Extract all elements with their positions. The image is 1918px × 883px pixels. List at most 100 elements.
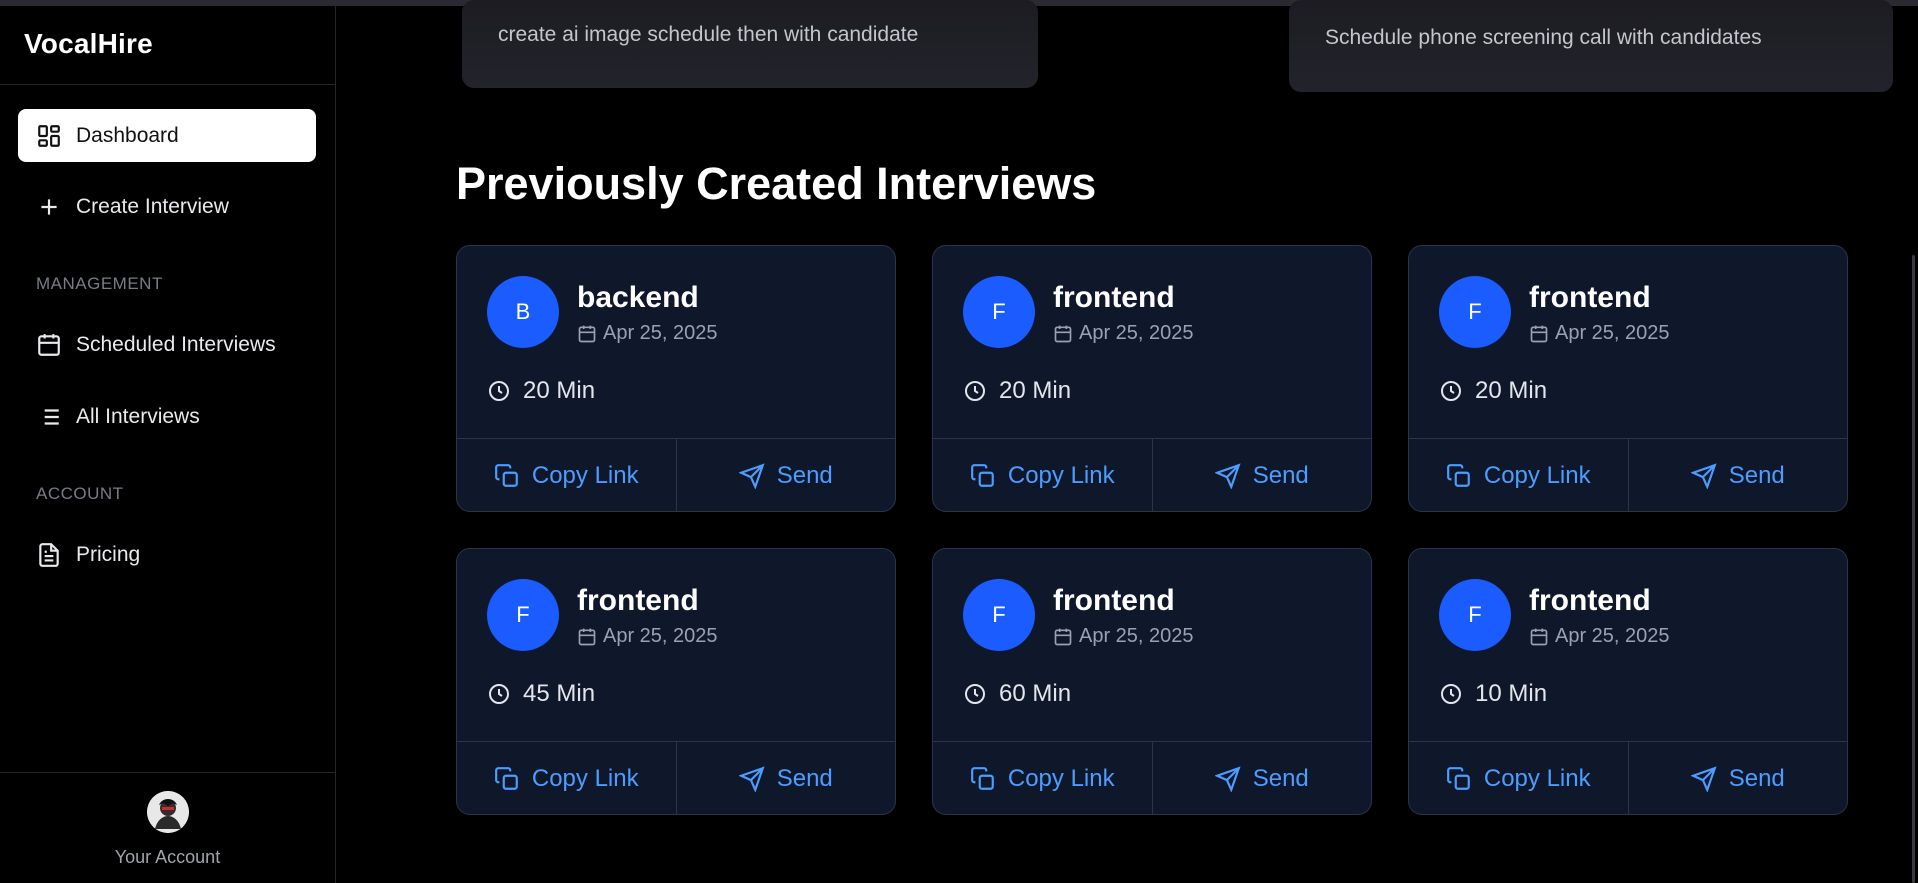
interview-date: Apr 25, 2025 <box>1529 322 1670 345</box>
sidebar-item-label: Pricing <box>76 542 141 566</box>
interview-card[interactable]: Ffrontend Apr 25, 2025 45 Min Copy Link Send <box>456 548 896 815</box>
brand-logo[interactable]: VocalHire <box>24 28 153 60</box>
interview-duration: 20 Min <box>487 377 595 405</box>
sidebar-item-label: Scheduled Interviews <box>76 332 276 356</box>
interview-date: Apr 25, 2025 <box>1053 625 1194 648</box>
copy-link-label: Copy Link <box>531 764 639 792</box>
interview-date-text: Apr 25, 2025 <box>1555 625 1670 647</box>
calendar-icon <box>38 333 60 356</box>
copy-link-label: Copy Link <box>1483 461 1591 489</box>
dashboard-icon <box>38 124 60 147</box>
send-icon <box>738 462 765 489</box>
send-icon <box>738 765 765 792</box>
sidebar-item-dashboard[interactable]: Dashboard <box>18 109 316 162</box>
copy-icon <box>1446 766 1470 790</box>
interview-card[interactable]: Bbackend Apr 25, 2025 20 Min Copy Link Send <box>456 245 896 512</box>
sidebar-item-pricing[interactable]: Pricing <box>18 528 316 581</box>
clock-icon <box>489 684 509 704</box>
action-card-text: Schedule phone screening call with candi… <box>1325 26 1762 49</box>
interview-role: backend <box>577 281 699 314</box>
clock-icon <box>1441 381 1461 401</box>
sidebar: VocalHire Dashboard Create Interview MAN… <box>0 6 336 883</box>
sidebar-item-all-interviews[interactable]: All Interviews <box>18 390 316 443</box>
list-icon <box>39 408 59 425</box>
calendar-icon <box>578 628 596 645</box>
interview-card[interactable]: Ffrontend Apr 25, 2025 60 Min Copy Link Send <box>932 548 1372 815</box>
sidebar-item-create-interview[interactable]: Create Interview <box>18 180 316 233</box>
send-button[interactable]: Send <box>1627 742 1848 814</box>
copy-icon <box>494 766 518 790</box>
interview-card[interactable]: Ffrontend Apr 25, 2025 20 Min Copy Link Send <box>932 245 1372 512</box>
interview-duration: 20 Min <box>963 377 1071 405</box>
interview-date: Apr 25, 2025 <box>577 322 718 345</box>
interview-duration: 60 Min <box>963 680 1071 708</box>
send-label: Send <box>1252 461 1309 489</box>
calendar-icon <box>1054 325 1072 342</box>
interview-date: Apr 25, 2025 <box>577 625 718 648</box>
send-label: Send <box>1728 461 1785 489</box>
your-account-link[interactable]: Your Account <box>0 847 335 868</box>
copy-link-button[interactable]: Copy Link <box>933 742 1152 814</box>
interview-role: frontend <box>577 584 699 617</box>
copy-link-label: Copy Link <box>1483 764 1591 792</box>
copy-link-button[interactable]: Copy Link <box>457 742 676 814</box>
calendar-icon <box>578 325 596 342</box>
send-button[interactable]: Send <box>1151 742 1372 814</box>
document-icon <box>39 542 59 567</box>
clock-icon <box>489 381 509 401</box>
send-icon <box>1214 765 1241 792</box>
send-button[interactable]: Send <box>1151 439 1372 511</box>
interview-role: frontend <box>1053 281 1175 314</box>
action-card-ai-image[interactable]: create ai image schedule then with candi… <box>462 0 1038 88</box>
interview-role: frontend <box>1529 584 1651 617</box>
send-button[interactable]: Send <box>1627 439 1848 511</box>
copy-link-button[interactable]: Copy Link <box>457 439 676 511</box>
interview-card[interactable]: Ffrontend Apr 25, 2025 20 Min Copy Link Send <box>1408 245 1848 512</box>
copy-link-button[interactable]: Copy Link <box>1409 439 1628 511</box>
interview-duration: 10 Min <box>1439 680 1547 708</box>
interview-avatar: F <box>487 579 559 651</box>
interview-card[interactable]: Ffrontend Apr 25, 2025 10 Min Copy Link Send <box>1408 548 1848 815</box>
sidebar-item-label: Create Interview <box>76 194 229 218</box>
interview-duration-text: 60 Min <box>999 680 1072 707</box>
interview-card-actions: Copy Link Send <box>1409 741 1848 814</box>
action-card-text: create ai image schedule then with candi… <box>498 23 919 46</box>
send-icon <box>1690 462 1717 489</box>
send-button[interactable]: Send <box>675 742 896 814</box>
avatar[interactable] <box>147 791 189 833</box>
plus-icon <box>41 198 57 215</box>
copy-link-label: Copy Link <box>531 461 639 489</box>
copy-icon <box>494 463 518 487</box>
copy-link-button[interactable]: Copy Link <box>1409 742 1628 814</box>
divider <box>0 84 335 85</box>
interview-date-text: Apr 25, 2025 <box>603 625 718 647</box>
interview-avatar: F <box>1439 276 1511 348</box>
sidebar-item-scheduled-interviews[interactable]: Scheduled Interviews <box>18 318 316 371</box>
action-card-phone-screening[interactable]: Schedule phone screening call with candi… <box>1289 0 1893 92</box>
interview-card-actions: Copy Link Send <box>933 438 1372 511</box>
section-label-management: MANAGEMENT <box>36 274 163 293</box>
scrollbar[interactable] <box>1912 255 1915 883</box>
interview-date: Apr 25, 2025 <box>1053 322 1194 345</box>
sidebar-item-label: All Interviews <box>76 404 200 428</box>
send-icon <box>1214 462 1241 489</box>
interview-avatar: F <box>963 276 1035 348</box>
interview-avatar: F <box>1439 579 1511 651</box>
interview-card-actions: Copy Link Send <box>1409 438 1848 511</box>
interview-date-text: Apr 25, 2025 <box>603 322 718 344</box>
clock-icon <box>965 381 985 401</box>
divider <box>0 772 335 773</box>
section-label-account: ACCOUNT <box>36 484 124 503</box>
send-label: Send <box>776 764 833 792</box>
copy-icon <box>970 463 994 487</box>
send-button[interactable]: Send <box>675 439 896 511</box>
clock-icon <box>965 684 985 704</box>
copy-icon <box>1446 463 1470 487</box>
calendar-icon <box>1530 628 1548 645</box>
interview-date-text: Apr 25, 2025 <box>1555 322 1670 344</box>
interview-duration-text: 20 Min <box>1475 377 1548 404</box>
calendar-icon <box>1054 628 1072 645</box>
copy-link-button[interactable]: Copy Link <box>933 439 1152 511</box>
send-label: Send <box>1728 764 1785 792</box>
interview-duration-text: 20 Min <box>999 377 1072 404</box>
